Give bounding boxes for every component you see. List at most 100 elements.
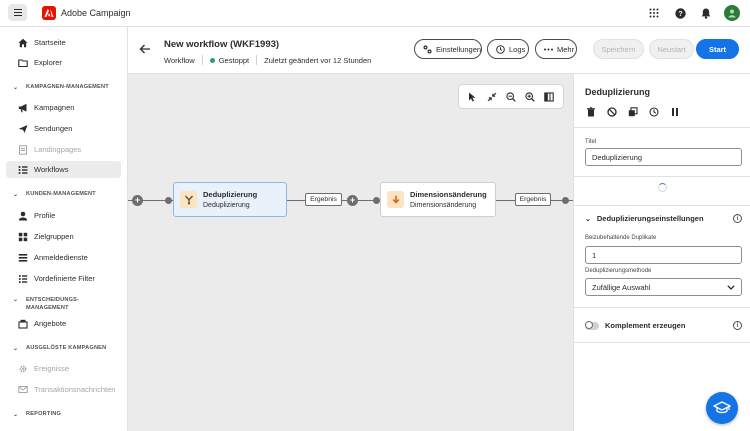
result-label[interactable]: Ergebnis [515, 193, 551, 206]
zoom-in-icon[interactable] [523, 90, 537, 104]
more-button[interactable]: Mehr [535, 39, 577, 59]
workflow-header: New workflow (WKF1993) Workflow Gestoppt… [128, 27, 750, 74]
title-label: Titel [585, 139, 597, 145]
sidebar-item-angebote[interactable]: Angebote [6, 315, 121, 332]
pause-icon[interactable] [669, 106, 681, 118]
home-icon [18, 38, 28, 48]
megaphone-icon [18, 103, 28, 113]
workflow-icon [18, 165, 28, 175]
status-badge: Gestoppt [218, 55, 250, 65]
columns-icon[interactable] [542, 90, 556, 104]
sidebar-item-label: Startseite [34, 38, 66, 47]
sidebar: Startseite Explorer ⌄ KAMPAGNEN-MANAGEMEN… [0, 27, 128, 431]
sidebar-item-landingpages[interactable]: Landingpages [6, 141, 121, 158]
sidebar-item-anmeldedienste[interactable]: Anmeldedienste [6, 249, 121, 266]
section-customer[interactable]: ⌄ KUNDEN-MANAGEMENT [13, 191, 96, 198]
zoom-out-icon[interactable] [504, 90, 518, 104]
dimension-change-icon [387, 191, 404, 208]
complement-toggle[interactable] [585, 320, 599, 330]
collapse-icon[interactable] [485, 90, 499, 104]
more-icon [544, 48, 553, 51]
node-dimension-change[interactable]: Dimensionsänderung Dimensionsänderung [380, 182, 496, 217]
logs-button[interactable]: Logs [487, 39, 529, 59]
pointer-icon[interactable] [466, 90, 480, 104]
clock-icon [496, 44, 505, 54]
top-bar: Adobe Campaign ? [0, 0, 750, 27]
sidebar-item-label: Sendungen [34, 124, 73, 133]
sidebar-item-label: Workflows [34, 165, 69, 174]
result-label[interactable]: Ergebnis [305, 193, 342, 206]
sidebar-item-label: Ereignisse [34, 364, 70, 373]
input-port [165, 197, 172, 204]
title-input[interactable]: Deduplizierung [585, 148, 742, 166]
avatar[interactable] [724, 5, 740, 21]
sidebar-item-label: Profile [34, 211, 56, 220]
node-deduplication[interactable]: Deduplizierung Deduplizierung [173, 182, 287, 217]
panel-actions [585, 106, 681, 118]
node-subtitle: Deduplizierung [203, 202, 250, 209]
restart-button[interactable]: Neustart [649, 39, 694, 59]
adobe-logo-icon [42, 6, 56, 20]
settings-button[interactable]: Einstellungen [414, 39, 482, 59]
panel-title: Deduplizierung [585, 87, 650, 97]
dedup-method-label: Deduplizierungsmethode [585, 268, 652, 274]
node-subtitle: Dimensionsänderung [410, 202, 477, 209]
sidebar-item-label: Explorer [34, 58, 62, 67]
last-modified: Zuletzt geändert vor 12 Stunden [264, 55, 372, 65]
send-icon [18, 124, 28, 134]
offer-icon [18, 319, 28, 329]
help-icon[interactable]: ? [672, 5, 688, 21]
node-title: Dimensionsänderung [410, 190, 487, 199]
menu-icon[interactable] [8, 4, 27, 21]
sidebar-item-transaktionsnachrichten[interactable]: Transaktionsnachrichten [6, 381, 121, 398]
sidebar-item-ereignisse[interactable]: Ereignisse [6, 360, 121, 377]
sidebar-item-sendungen[interactable]: Sendungen [6, 120, 121, 137]
dedup-settings-section[interactable]: ⌄ Deduplizierungseinstellungen [585, 214, 742, 223]
dedup-method-select[interactable]: Zufällige Auswahl [585, 278, 742, 296]
disable-icon[interactable] [606, 106, 618, 118]
sidebar-item-label: Landingpages [34, 145, 82, 154]
workflow-canvas[interactable]: + Deduplizierung Deduplizierung Ergebnis… [128, 74, 573, 431]
section-decision[interactable]: ⌄ ENTSCHEIDUNGS- MANAGEMENT [13, 296, 79, 312]
info-icon[interactable]: i [733, 321, 742, 330]
sidebar-item-profile[interactable]: Profile [6, 207, 121, 224]
output-port [562, 197, 569, 204]
apps-grid-icon[interactable] [646, 5, 662, 21]
info-icon[interactable]: i [733, 214, 742, 223]
chevron-down-icon [727, 283, 735, 292]
gear-icon [18, 364, 28, 374]
sidebar-item-workflows[interactable]: Workflows [6, 161, 121, 178]
trash-icon[interactable] [585, 106, 597, 118]
sidebar-item-kampagnen[interactable]: Kampagnen [6, 99, 121, 116]
history-icon[interactable] [648, 106, 660, 118]
sidebar-item-label: Zielgruppen [34, 232, 74, 241]
sidebar-item-label: Kampagnen [34, 103, 75, 112]
bell-icon[interactable] [698, 5, 714, 21]
learn-help-button[interactable] [706, 392, 738, 424]
section-reporting[interactable]: ⌄ REPORTING [13, 411, 61, 418]
node-title: Deduplizierung [203, 190, 258, 199]
deduplication-icon [180, 191, 197, 208]
section-campaign[interactable]: ⌄ KAMPAGNEN-MANAGEMENT [13, 84, 109, 91]
back-arrow-icon[interactable] [138, 42, 152, 56]
copy-icon[interactable] [627, 106, 639, 118]
canvas-toolbar [458, 84, 564, 109]
chevron-down-icon: ⌄ [585, 215, 591, 223]
status-dot [209, 57, 215, 63]
save-button[interactable]: Speichern [593, 39, 644, 59]
sidebar-item-explorer[interactable]: Explorer [6, 54, 121, 71]
settings-icon [423, 45, 432, 54]
keep-duplicates-input[interactable]: 1 [585, 246, 742, 264]
add-activity-button[interactable]: + [347, 195, 358, 206]
keep-duplicates-label: Beizubehaltende Duplikate [585, 235, 657, 241]
start-button[interactable]: Start [696, 39, 739, 59]
properties-panel: Deduplizierung Titel Deduplizierung ⌄ De… [573, 74, 750, 431]
page-icon [18, 144, 28, 155]
sidebar-item-startseite[interactable]: Startseite [6, 34, 121, 51]
add-activity-button[interactable]: + [132, 195, 143, 206]
complement-row: Komplement erzeugen [585, 320, 742, 330]
sidebar-item-filter[interactable]: Vordefinierte Filter [6, 270, 121, 287]
sidebar-item-zielgruppen[interactable]: Zielgruppen [6, 228, 121, 245]
loading-spinner-icon [658, 183, 667, 192]
section-triggered[interactable]: ⌄ AUSGELÖSTE KAMPAGNEN [13, 345, 106, 352]
